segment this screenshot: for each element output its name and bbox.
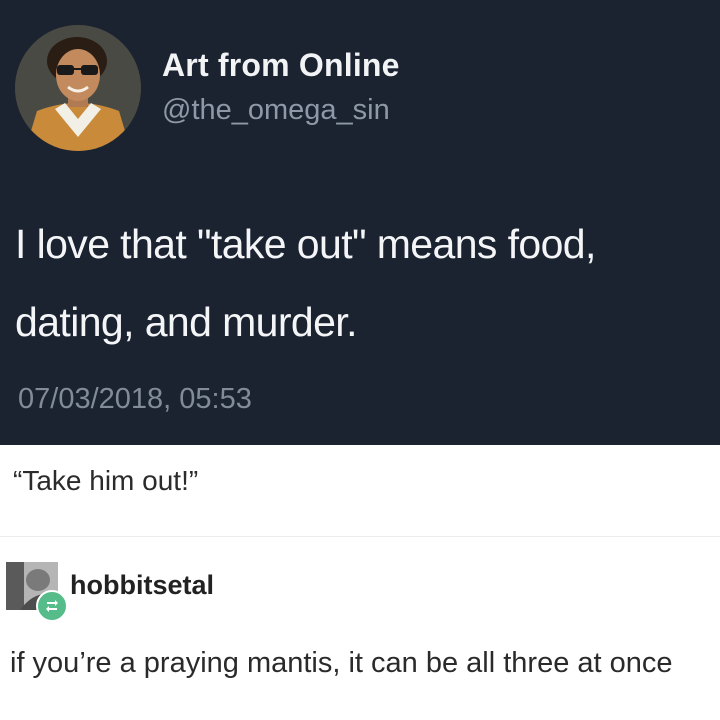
tweet-timestamp: 07/03/2018, 05:53 (18, 383, 252, 415)
reblog-icon (36, 590, 68, 622)
tweet-card: Art from Online @the_omega_sin I love th… (0, 0, 720, 445)
quoted-comment: “Take him out!” (13, 465, 199, 496)
tweet-text: I love that "take out" means food, datin… (15, 221, 596, 345)
divider (0, 536, 720, 537)
blog-name[interactable]: hobbitsetal (70, 570, 214, 601)
display-name[interactable]: Art from Online (162, 47, 400, 84)
reply-text: if you’re a praying mantis, it can be al… (10, 647, 673, 679)
user-handle[interactable]: @the_omega_sin (162, 94, 390, 127)
profile-avatar-icon[interactable] (15, 25, 141, 151)
